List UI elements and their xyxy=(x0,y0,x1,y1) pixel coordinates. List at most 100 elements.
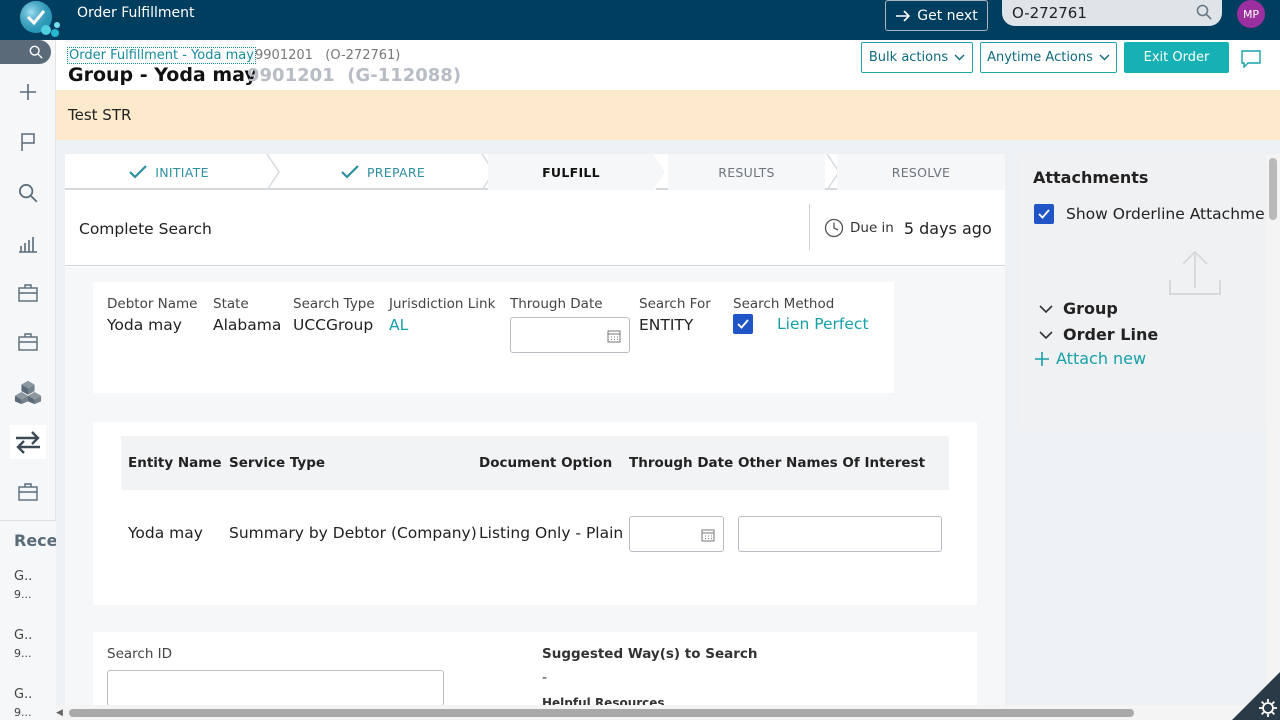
order-fulfillment-swap-icon[interactable] xyxy=(10,425,46,459)
recent-item[interactable]: G.. 9... xyxy=(14,569,32,601)
global-search xyxy=(1002,0,1222,26)
field-value: UCCGroup xyxy=(293,316,374,334)
stage-label: FULFILL xyxy=(542,164,600,180)
scrollbar-thumb[interactable] xyxy=(69,709,1134,717)
main-work-area: INITIATE PREPARE FULFILL RESULTS RESOLVE… xyxy=(65,154,1005,720)
column-header: Document Option xyxy=(479,455,613,471)
upload-icon[interactable] xyxy=(1168,248,1222,298)
field-label: Debtor Name xyxy=(107,296,198,312)
through-date-input[interactable] xyxy=(510,317,630,353)
recent-item-id: 9... xyxy=(14,647,32,660)
document-option-cell: Listing Only - Plain xyxy=(479,524,624,542)
breadcrumb-ids: 9901201 (O-272761) xyxy=(255,48,401,63)
case-subtitle: 9901201 (G-112088) xyxy=(247,65,462,86)
column-header: Other Names Of Interest xyxy=(738,455,926,471)
checkmark-icon xyxy=(129,165,147,179)
search-method-checkbox[interactable] xyxy=(733,314,753,334)
reports-chart-icon[interactable] xyxy=(14,230,42,258)
calendar-icon[interactable] xyxy=(607,329,621,343)
settings-gear-icon[interactable] xyxy=(1232,672,1280,720)
scrollbar-thumb[interactable] xyxy=(1269,158,1277,220)
chevron-down-icon xyxy=(954,54,965,61)
briefcase-icon[interactable] xyxy=(14,478,42,506)
lien-perfect-link[interactable]: Lien Perfect xyxy=(777,315,869,333)
field-label: Search Method xyxy=(733,296,835,312)
app-logo[interactable] xyxy=(14,0,62,40)
chevron-down-icon xyxy=(1039,304,1053,313)
global-search-input[interactable] xyxy=(1002,0,1182,26)
show-orderline-attachments-toggle[interactable]: Show Orderline Attachments xyxy=(1034,204,1265,224)
get-next-button[interactable]: Get next xyxy=(885,0,988,31)
stage-prepare[interactable]: PREPARE xyxy=(279,154,487,190)
user-avatar[interactable]: MP xyxy=(1237,0,1265,28)
calendar-icon[interactable] xyxy=(701,528,715,542)
other-names-input[interactable] xyxy=(738,516,942,552)
table-header: Entity Name Service Type Document Option… xyxy=(121,436,949,490)
chat-bubble-icon[interactable] xyxy=(1241,50,1261,68)
briefcase-icon[interactable] xyxy=(14,279,42,307)
state-field: State Alabama xyxy=(213,296,281,334)
nav-search-toggle[interactable] xyxy=(0,40,51,64)
bulk-actions-label: Bulk actions xyxy=(868,50,949,65)
stage-label: PREPARE xyxy=(366,164,426,180)
search-for-field: Search For ENTITY xyxy=(639,296,711,334)
search-icon[interactable] xyxy=(1196,4,1212,20)
app-title: Order Fulfillment xyxy=(77,5,195,21)
stage-progress: INITIATE PREPARE FULFILL RESULTS RESOLVE xyxy=(65,154,1005,190)
attach-new-link[interactable]: Attach new xyxy=(1034,349,1146,368)
field-label: Search For xyxy=(639,296,711,312)
recent-panel: Recent G.. 9... G.. 9... G.. 9... xyxy=(0,520,56,720)
jurisdiction-field: Jurisdiction Link AL xyxy=(389,296,495,334)
stage-fulfill[interactable]: FULFILL xyxy=(488,154,654,190)
stage-label: RESOLVE xyxy=(891,164,951,180)
recent-item-label: G.. xyxy=(14,569,33,584)
clock-icon xyxy=(824,218,844,238)
attachment-group-group[interactable]: Group xyxy=(1039,299,1118,318)
stage-results[interactable]: RESULTS xyxy=(668,154,825,190)
suggested-search-label: Suggested Way(s) to Search xyxy=(542,646,758,662)
search-type-field: Search Type UCCGroup xyxy=(293,296,375,334)
get-next-label: Get next xyxy=(917,7,978,24)
vertical-scrollbar[interactable] xyxy=(1266,154,1280,720)
stage-resolve[interactable]: RESOLVE xyxy=(837,154,1005,190)
field-label: Jurisdiction Link xyxy=(389,296,496,312)
attachments-panel: Attachments Show Orderline Attachments G… xyxy=(1019,154,1265,427)
search-method-field: Search Method Lien Perfect xyxy=(733,296,869,334)
horizontal-scrollbar[interactable]: ◀ xyxy=(56,705,1256,720)
case-header: Order Fulfillment - Yoda may 9901201 (O-… xyxy=(56,40,1280,90)
recent-item[interactable]: G.. 9... xyxy=(14,687,32,719)
due-label: Due in xyxy=(850,220,894,236)
arrow-right-icon xyxy=(896,9,911,22)
row-through-date-input[interactable] xyxy=(629,516,724,552)
stage-label: INITIATE xyxy=(155,164,209,180)
anytime-actions-button[interactable]: Anytime Actions xyxy=(980,42,1117,73)
stage-initiate[interactable]: INITIATE xyxy=(65,154,273,190)
chevron-down-icon xyxy=(1099,54,1110,61)
exit-order-button[interactable]: Exit Order xyxy=(1124,42,1229,73)
search-icon[interactable] xyxy=(14,179,42,207)
attachment-group-order-line[interactable]: Order Line xyxy=(1039,325,1158,344)
tree-item-label: Order Line xyxy=(1063,325,1159,344)
attachments-title: Attachments xyxy=(1033,168,1149,187)
checkmark-icon xyxy=(737,319,749,329)
create-icon[interactable] xyxy=(14,78,42,106)
recent-item[interactable]: G.. 9... xyxy=(14,628,32,660)
briefcase-icon[interactable] xyxy=(14,328,42,356)
due-value: 5 days ago xyxy=(903,218,992,238)
search-id-label: Search ID xyxy=(107,646,173,662)
recent-item-label: G.. xyxy=(14,687,33,702)
banner-text: Test STR xyxy=(68,106,132,124)
jurisdiction-link[interactable]: AL xyxy=(389,316,495,334)
anytime-actions-label: Anytime Actions xyxy=(987,50,1093,65)
checkmark-icon xyxy=(1038,209,1050,219)
cubes-icon[interactable] xyxy=(14,378,42,406)
search-id-input[interactable] xyxy=(107,670,444,706)
column-header: Service Type xyxy=(229,455,326,471)
scroll-left-arrow-icon[interactable]: ◀ xyxy=(56,708,63,718)
recent-item-id: 9... xyxy=(14,706,32,719)
breadcrumb-parent-link[interactable]: Order Fulfillment - Yoda may xyxy=(67,47,256,64)
bulk-actions-button[interactable]: Bulk actions xyxy=(861,42,973,73)
flag-icon[interactable] xyxy=(14,128,42,156)
field-value: Alabama xyxy=(213,316,282,334)
show-orderline-checkbox[interactable] xyxy=(1034,204,1054,224)
